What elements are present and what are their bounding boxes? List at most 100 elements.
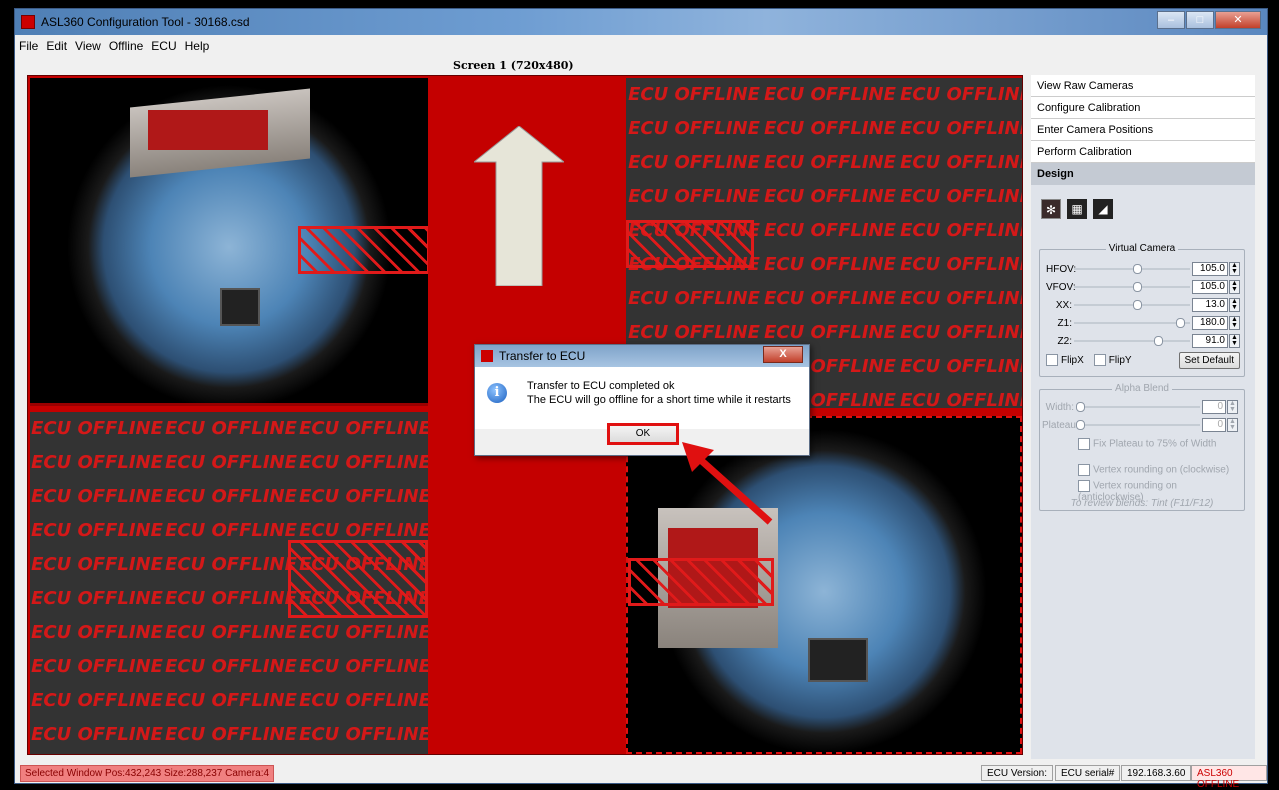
- status-bar: Selected Window Pos:432,243 Size:288,237…: [15, 761, 1267, 790]
- z1-label: Z1:: [1057, 317, 1072, 329]
- hfov-slider[interactable]: [1074, 263, 1190, 275]
- vertex-acw-checkbox[interactable]: [1078, 480, 1090, 492]
- minimize-button[interactable]: –: [1157, 11, 1185, 29]
- offline-label: ECU OFFLINE: [165, 588, 297, 609]
- dialog-message-line2: The ECU will go offline for a short time…: [527, 394, 791, 406]
- selected-window-status: Selected Window Pos:432,243 Size:288,237…: [20, 765, 275, 782]
- flipy-label: FlipY: [1108, 354, 1132, 366]
- width-spinbox[interactable]: 0: [1202, 400, 1226, 414]
- dialog-body: i Transfer to ECU completed ok The ECU w…: [475, 367, 809, 429]
- dialog-title-bar: Transfer to ECU X: [475, 345, 809, 367]
- plateau-spin-arrows[interactable]: ▲ ▼: [1227, 418, 1238, 432]
- offline-label: ECU OFFLINE: [31, 724, 163, 745]
- tab-design[interactable]: Design: [1031, 163, 1255, 185]
- offline-label: ECU OFFLINE: [900, 220, 1022, 241]
- offline-label: ECU OFFLINE: [900, 186, 1022, 207]
- xx-spinbox[interactable]: 13.0: [1192, 298, 1228, 312]
- overlay-hatch: [298, 226, 428, 274]
- virtual-camera-group: Virtual Camera HFOV: 105.0 ▲ ▼ VFOV: 105.0 ▲ ▼ X…: [1039, 243, 1245, 377]
- menu-bar: File Edit View Offline ECU Help: [15, 35, 1267, 57]
- menu-edit[interactable]: Edit: [46, 39, 67, 53]
- z2-label: Z2:: [1057, 335, 1072, 347]
- app-icon: [21, 15, 35, 29]
- z2-slider[interactable]: [1074, 335, 1190, 347]
- param-row: Z1: 180.0 ▲ ▼: [1046, 316, 1240, 330]
- callout-arrow-icon: [682, 442, 773, 525]
- offline-label: ECU OFFLINE: [299, 452, 428, 473]
- dialog-close-button[interactable]: X: [763, 346, 803, 363]
- ok-button[interactable]: OK: [607, 423, 679, 445]
- overlay-hatch: [628, 558, 774, 606]
- split-view-icon[interactable]: ▦: [1067, 199, 1087, 219]
- flipx-checkbox[interactable]: [1046, 354, 1058, 366]
- offline-label: ECU OFFLINE: [31, 486, 163, 507]
- offline-label: ECU OFFLINE: [900, 288, 1022, 309]
- menu-view[interactable]: View: [75, 39, 101, 53]
- vfov-spin-arrows[interactable]: ▲ ▼: [1229, 280, 1240, 294]
- offline-label: ECU OFFLINE: [299, 656, 428, 677]
- param-row: XX: 13.0 ▲ ▼: [1046, 298, 1240, 312]
- offline-label: ECU OFFLINE: [900, 356, 1022, 377]
- screen-title: Screen 1 (720x480): [453, 59, 574, 72]
- z1-spin-arrows[interactable]: ▲ ▼: [1229, 316, 1240, 330]
- width-spin-arrows[interactable]: ▲ ▼: [1227, 400, 1238, 414]
- maximize-button[interactable]: □: [1186, 11, 1214, 29]
- dialog-message-line1: Transfer to ECU completed ok: [527, 380, 675, 392]
- camera-select-icon[interactable]: ✻: [1041, 199, 1061, 219]
- menu-offline[interactable]: Offline: [109, 39, 143, 53]
- offline-label: ECU OFFLINE: [628, 152, 760, 173]
- menu-file[interactable]: File: [19, 39, 38, 53]
- xx-slider[interactable]: [1074, 299, 1190, 311]
- corner-view-icon[interactable]: ◢: [1093, 199, 1113, 219]
- offline-label: ECU OFFLINE: [165, 452, 297, 473]
- hfov-spinbox[interactable]: 105.0: [1192, 262, 1228, 276]
- window-title: ASL360 Configuration Tool - 30168.csd: [41, 15, 250, 29]
- width-slider[interactable]: [1076, 401, 1200, 413]
- plateau-spinbox[interactable]: 0: [1202, 418, 1226, 432]
- offline-label: ECU OFFLINE: [31, 656, 163, 677]
- plateau-label: Plateau:: [1042, 419, 1079, 431]
- offline-label: ECU OFFLINE: [299, 724, 428, 745]
- vertex-cw-checkbox[interactable]: [1078, 464, 1090, 476]
- offline-label: ECU OFFLINE: [764, 288, 896, 309]
- app-icon: [481, 350, 493, 362]
- tab-perform-calibration[interactable]: Perform Calibration: [1031, 141, 1255, 163]
- camera-view-front[interactable]: [30, 78, 428, 406]
- hfov-spin-arrows[interactable]: ▲ ▼: [1229, 262, 1240, 276]
- param-row: HFOV: 105.0 ▲ ▼: [1046, 262, 1240, 276]
- vfov-spinbox[interactable]: 105.0: [1192, 280, 1228, 294]
- offline-label: ECU OFFLINE: [628, 118, 760, 139]
- camera-view-left-offline[interactable]: ECU OFFLINE ECU OFFLINE ECU OFFLINE ECU OFF…: [30, 412, 428, 754]
- offline-label: ECU OFFLINE: [900, 152, 1022, 173]
- menu-help[interactable]: Help: [185, 39, 210, 53]
- z2-spinbox[interactable]: 91.0: [1192, 334, 1228, 348]
- offline-label: ECU OFFLINE: [299, 418, 428, 439]
- set-default-button[interactable]: Set Default: [1178, 352, 1240, 369]
- tab-configure-calibration[interactable]: Configure Calibration: [1031, 97, 1255, 119]
- plateau-slider[interactable]: [1076, 419, 1200, 431]
- z1-slider[interactable]: [1074, 317, 1190, 329]
- offline-label: ECU OFFLINE: [628, 288, 760, 309]
- xx-label: XX:: [1055, 299, 1072, 311]
- offline-label: ECU OFFLINE: [764, 186, 896, 207]
- xx-spin-arrows[interactable]: ▲ ▼: [1229, 298, 1240, 312]
- tab-enter-camera-positions[interactable]: Enter Camera Positions: [1031, 119, 1255, 141]
- sidebar: View Raw Cameras Configure Calibration E…: [1031, 75, 1255, 759]
- offline-label: ECU OFFLINE: [165, 724, 297, 745]
- offline-label: ECU OFFLINE: [299, 690, 428, 711]
- flipy-checkbox[interactable]: [1093, 354, 1106, 366]
- menu-ecu[interactable]: ECU: [151, 39, 176, 53]
- tab-view-raw-cameras[interactable]: View Raw Cameras: [1031, 75, 1255, 97]
- close-button[interactable]: ✕: [1215, 11, 1261, 29]
- connection-status: ASL360 OFFLINE: [1191, 765, 1267, 790]
- offline-label: ECU OFFLINE: [900, 322, 1022, 343]
- vfov-slider[interactable]: [1074, 281, 1190, 293]
- offline-label: ECU OFFLINE: [165, 418, 297, 439]
- design-panel: ✻ ▦ ◢ Virtual Camera HFOV: 105.0 ▲ ▼ VFOV: 10…: [1031, 185, 1255, 759]
- overlay-hatch: [288, 540, 428, 618]
- offline-label: ECU OFFLINE: [900, 118, 1022, 139]
- z1-spinbox[interactable]: 180.0: [1192, 316, 1228, 330]
- fix-plateau-checkbox[interactable]: [1078, 438, 1090, 450]
- z2-spin-arrows[interactable]: ▲ ▼: [1229, 334, 1240, 348]
- offline-label: ECU OFFLINE: [628, 186, 760, 207]
